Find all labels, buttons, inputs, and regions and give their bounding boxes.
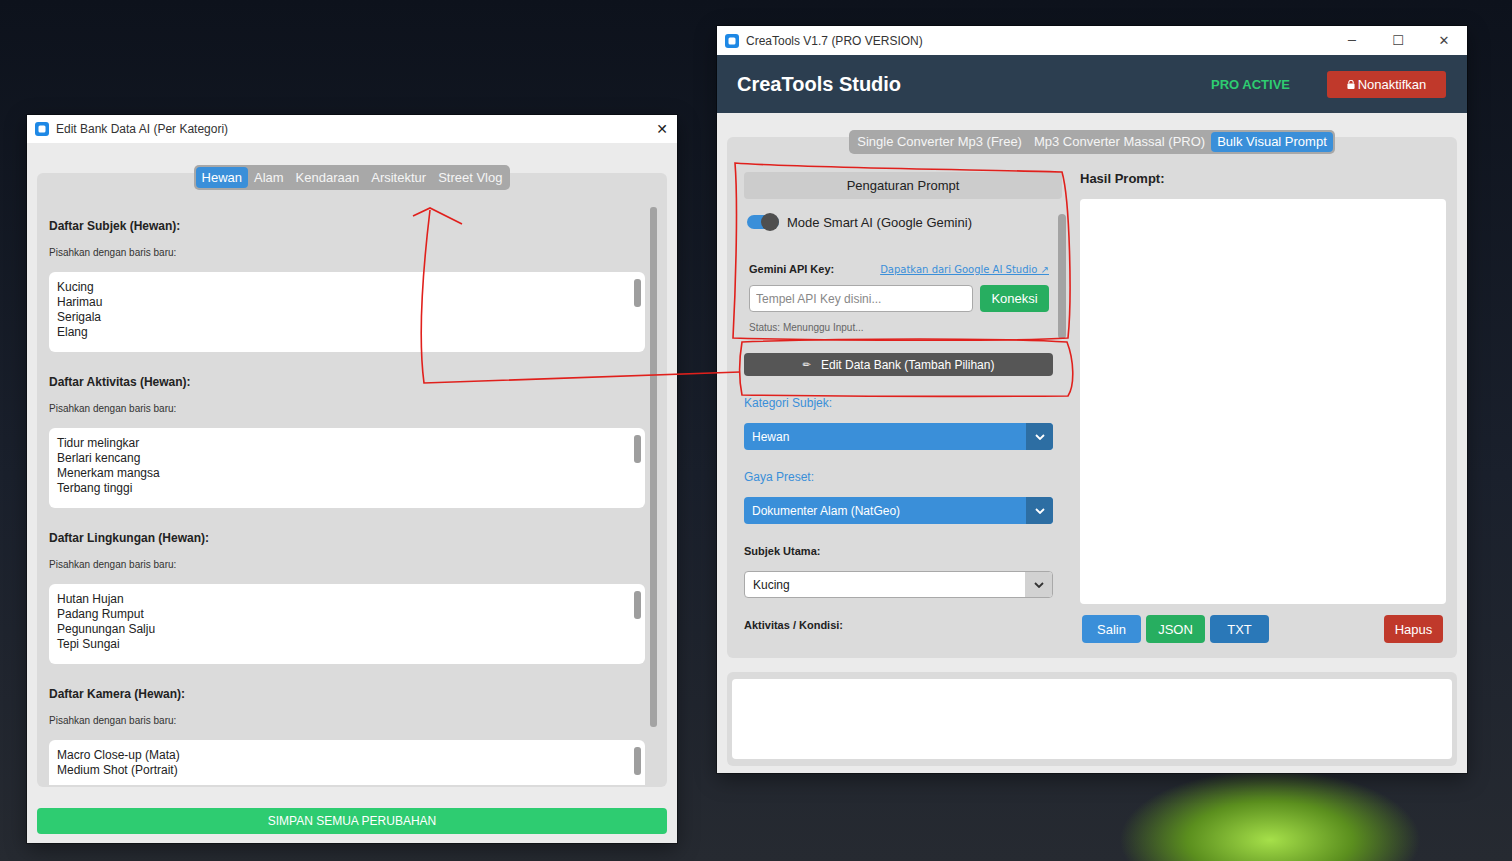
connect-button[interactable]: Koneksi [980,285,1049,312]
api-key-input[interactable] [749,285,973,312]
data-section: Daftar Lingkungan (Hewan): Pisahkan deng… [49,530,645,664]
textbox-scrollbar[interactable] [634,747,641,785]
result-button[interactable]: TXT [1210,615,1269,643]
settings-heading: Pengaturan Prompt [744,172,1062,199]
category-tab[interactable]: Kendaraan [290,167,366,188]
section-hint: Pisahkan dengan baris baru: [49,714,645,728]
field-label: Kategori Subjek: [744,396,1066,410]
textbox-scrollbar[interactable] [634,279,641,345]
data-section: Daftar Aktivitas (Hewan): Pisahkan denga… [49,374,645,508]
main-tab[interactable]: Single Converter Mp3 (Free) [851,132,1028,152]
list-line: Kucing [57,280,626,295]
edit-bank-window: Edit Bank Data AI (Per Kategori) ✕ Hewan… [27,115,677,843]
bulk-prompt-panel: Pengaturan Prompt Mode Smart AI (Google … [727,137,1457,658]
chevron-down-icon [1026,423,1053,450]
category-tab[interactable]: Hewan [196,167,248,188]
data-section: Daftar Kamera (Hewan): Pisahkan dengan b… [49,686,645,785]
settings-scrollbar[interactable] [1058,199,1066,339]
window-control[interactable]: ✕ [1421,26,1467,55]
result-button[interactable]: JSON [1146,615,1205,643]
field-label: Gaya Preset: [744,470,1066,484]
result-label: Hasil Prompt: [1080,172,1446,186]
category-tabs: HewanAlamKendaraanArsitekturStreet Vlog [194,165,511,190]
list-line: Medium Shot (Portrait) [57,763,626,778]
save-button[interactable]: SIMPAN SEMUA PERUBAHAN [37,808,667,834]
list-line: Tidur melingkar [57,436,626,451]
window-title: Edit Bank Data AI (Per Kategori) [56,122,647,136]
textbox-scrollbar[interactable] [634,435,641,501]
app-icon [35,122,49,136]
desktop: Edit Bank Data AI (Per Kategori) ✕ Hewan… [0,0,1512,861]
combobox[interactable]: Kucing [744,571,1053,598]
app-header: CreaTools Studio PRO ACTIVE Nonaktifkan [717,55,1467,113]
prompt-settings: Pengaturan Prompt Mode Smart AI (Google … [744,172,1066,340]
chevron-down-icon [1026,497,1053,524]
field-label: Subjek Utama: [744,544,1066,558]
list-line: Padang Rumput [57,607,626,622]
dropdown[interactable]: Dokumenter Alam (NatGeo) [744,497,1053,524]
pencil-icon: ✏ [803,359,811,370]
window-title: CreaTools V1.7 (PRO VERSION) [746,34,1329,48]
textbox-scrollbar[interactable] [634,591,641,657]
main-tab[interactable]: Mp3 Converter Massal (PRO) [1028,132,1211,152]
list-textbox[interactable]: Hutan HujanPadang RumputPegunungan Salju… [49,584,645,664]
data-section: Daftar Subjek (Hewan): Pisahkan dengan b… [49,218,645,352]
window-control[interactable]: ─ [1329,26,1375,55]
section-heading: Daftar Subjek (Hewan): [49,218,645,234]
api-key-link[interactable]: Dapatkan dari Google AI Studio ↗ [880,264,1049,275]
creatools-window: CreaTools V1.7 (PRO VERSION) ─☐✕ CreaToo… [717,26,1467,773]
result-textbox[interactable] [1080,199,1446,604]
list-line: Tepi Sungai [57,637,626,652]
app-name: CreaTools Studio [737,73,1211,96]
list-line: Elang [57,325,626,340]
dropdown[interactable]: Hewan [744,423,1053,450]
section-heading: Daftar Aktivitas (Hewan): [49,374,645,390]
app-icon [725,34,739,48]
category-tab[interactable]: Street Vlog [432,167,508,188]
main-tab[interactable]: Bulk Visual Prompt [1211,132,1333,152]
edit-data-bank-button[interactable]: ✏ Edit Data Bank (Tambah Pilihan) [744,353,1053,376]
list-textbox[interactable]: Macro Close-up (Mata)Medium Shot (Portra… [49,740,645,785]
category-tab[interactable]: Arsitektur [365,167,432,188]
panel-scrollbar[interactable] [650,207,657,785]
lock-icon [1347,80,1355,89]
close-button[interactable]: ✕ [647,121,677,137]
log-box [732,679,1452,759]
smart-ai-label: Mode Smart AI (Google Gemini) [787,215,972,230]
field-label: Aktivitas / Kondisi: [744,618,1066,632]
list-textbox[interactable]: KucingHarimauSerigalaElang [49,272,645,352]
list-line: Serigala [57,310,626,325]
title-bar: Edit Bank Data AI (Per Kategori) ✕ [27,115,677,143]
section-hint: Pisahkan dengan baris baru: [49,558,645,572]
api-key-label: Gemini API Key: [749,263,834,275]
section-hint: Pisahkan dengan baris baru: [49,402,645,416]
main-tabs: Single Converter Mp3 (Free)Mp3 Converter… [849,130,1335,154]
list-line: Harimau [57,295,626,310]
section-heading: Daftar Kamera (Hewan): [49,686,645,702]
data-panel: Daftar Subjek (Hewan): Pisahkan dengan b… [37,173,667,787]
section-heading: Daftar Lingkungan (Hewan): [49,530,645,546]
list-line: Macro Close-up (Mata) [57,748,626,763]
title-bar: CreaTools V1.7 (PRO VERSION) ─☐✕ [717,26,1467,55]
log-panel [727,672,1457,766]
list-line: Terbang tinggi [57,481,626,496]
list-line: Berlari kencang [57,451,626,466]
status-text: Status: Menunggu Input... [749,322,1049,334]
result-button[interactable]: Salin [1082,615,1141,643]
category-tab[interactable]: Alam [248,167,290,188]
license-status: PRO ACTIVE [1211,77,1290,92]
result-button[interactable]: Hapus [1384,615,1443,643]
section-hint: Pisahkan dengan baris baru: [49,246,645,260]
window-control[interactable]: ☐ [1375,26,1421,55]
chevron-down-icon [1025,572,1052,597]
list-line: Menerkam mangsa [57,466,626,481]
list-line: Pegunungan Salju [57,622,626,637]
deactivate-button[interactable]: Nonaktifkan [1327,71,1446,98]
list-textbox[interactable]: Tidur melingkarBerlari kencangMenerkam m… [49,428,645,508]
smart-ai-toggle[interactable] [747,215,779,229]
list-line: Hutan Hujan [57,592,626,607]
